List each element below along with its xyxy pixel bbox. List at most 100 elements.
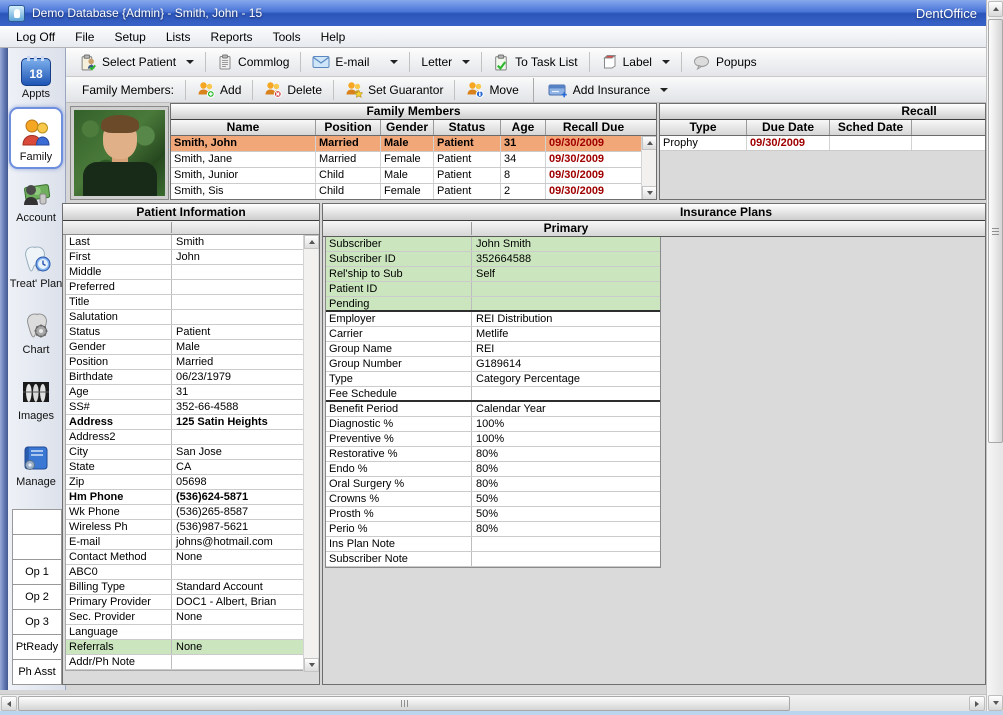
patient-info-row[interactable]: Zip05698 bbox=[66, 475, 303, 490]
label-dropdown-icon[interactable] bbox=[662, 60, 670, 64]
patient-info-row[interactable]: E-mailjohns@hotmail.com bbox=[66, 535, 303, 550]
scroll-up-icon[interactable] bbox=[304, 235, 319, 249]
patient-info-row[interactable]: SS#352-66-4588 bbox=[66, 400, 303, 415]
label-button[interactable]: Label bbox=[593, 50, 678, 74]
set-guarantor-button[interactable]: Set Guarantor bbox=[337, 78, 451, 102]
patient-info-row[interactable]: Birthdate06/23/1979 bbox=[66, 370, 303, 385]
patient-info-row[interactable]: ABC0 bbox=[66, 565, 303, 580]
insurance-row[interactable]: Endo %80% bbox=[326, 462, 660, 477]
pt-ready-button[interactable]: PtReady bbox=[12, 634, 62, 660]
insurance-row[interactable]: CarrierMetlife bbox=[326, 327, 660, 342]
patient-info-row[interactable]: StateCA bbox=[66, 460, 303, 475]
insurance-row[interactable]: Rel'ship to SubSelf bbox=[326, 267, 660, 282]
insurance-row[interactable]: Ins Plan Note bbox=[326, 537, 660, 552]
family-row[interactable]: Smith, Junior Child Male Patient 8 09/30… bbox=[171, 168, 641, 184]
patient-info-row[interactable]: Age31 bbox=[66, 385, 303, 400]
sidebar-item-manage[interactable]: Manage bbox=[9, 439, 63, 499]
family-row[interactable]: Smith, Jane Married Female Patient 34 09… bbox=[171, 152, 641, 168]
op-1-button[interactable]: Op 1 bbox=[12, 559, 62, 585]
insurance-row[interactable]: Pending bbox=[326, 297, 660, 312]
scroll-down-icon[interactable] bbox=[642, 186, 657, 200]
patient-info-row[interactable]: Middle bbox=[66, 265, 303, 280]
menu-lists[interactable]: Lists bbox=[156, 27, 201, 47]
add-insurance-dropdown-icon[interactable] bbox=[660, 88, 668, 92]
letter-button[interactable]: Letter bbox=[413, 50, 478, 74]
op-blank-cell[interactable] bbox=[12, 509, 62, 535]
insurance-row[interactable]: Oral Surgery %80% bbox=[326, 477, 660, 492]
family-row-selected[interactable]: Smith, John Married Male Patient 31 09/3… bbox=[171, 136, 641, 152]
sidebar-item-account[interactable]: Account bbox=[9, 175, 63, 235]
patient-info-row[interactable]: Sec. ProviderNone bbox=[66, 610, 303, 625]
add-insurance-button[interactable]: Add Insurance bbox=[540, 78, 676, 102]
select-patient-dropdown-icon[interactable] bbox=[186, 60, 194, 64]
insurance-row[interactable]: Fee Schedule bbox=[326, 387, 660, 402]
email-dropdown-button[interactable] bbox=[377, 50, 406, 74]
menu-help[interactable]: Help bbox=[311, 27, 356, 47]
scroll-down-icon[interactable] bbox=[304, 658, 319, 672]
insurance-row[interactable]: Subscriber Note bbox=[326, 552, 660, 567]
sidebar-item-treat-plan[interactable]: Treat' Plan bbox=[9, 241, 63, 301]
patient-info-row[interactable]: Contact MethodNone bbox=[66, 550, 303, 565]
sidebar-item-images[interactable]: Images bbox=[9, 373, 63, 433]
patient-info-row[interactable]: FirstJohn bbox=[66, 250, 303, 265]
patient-info-row-address[interactable]: Address125 Satin Heights bbox=[66, 415, 303, 430]
patient-info-row[interactable]: CitySan Jose bbox=[66, 445, 303, 460]
family-grid-scrollbar[interactable] bbox=[641, 136, 656, 200]
sidebar-item-appts[interactable]: 18 Appts bbox=[9, 53, 63, 103]
letter-dropdown-icon[interactable] bbox=[462, 60, 470, 64]
insurance-row[interactable]: SubscriberJohn Smith bbox=[326, 237, 660, 252]
scroll-left-icon[interactable] bbox=[1, 696, 17, 711]
recall-row[interactable]: Prophy 09/30/2009 bbox=[660, 136, 985, 151]
insurance-row[interactable]: Perio %80% bbox=[326, 522, 660, 537]
insurance-row[interactable]: Preventive %100% bbox=[326, 432, 660, 447]
patient-info-row[interactable]: Salutation bbox=[66, 310, 303, 325]
scroll-down-icon[interactable] bbox=[988, 695, 1003, 711]
move-button[interactable]: Move bbox=[458, 78, 526, 102]
window-vertical-scrollbar[interactable] bbox=[986, 0, 1003, 715]
window-horizontal-scrollbar[interactable] bbox=[0, 694, 986, 711]
horizontal-scroll-thumb[interactable] bbox=[18, 696, 790, 711]
patient-info-row[interactable]: Wk Phone(536)265-8587 bbox=[66, 505, 303, 520]
patient-info-row-hm-phone[interactable]: Hm Phone(536)624-5871 bbox=[66, 490, 303, 505]
patient-info-row[interactable]: StatusPatient bbox=[66, 325, 303, 340]
commlog-button[interactable]: Commlog bbox=[209, 50, 297, 74]
family-row[interactable]: Smith, Sis Child Female Patient 2 09/30/… bbox=[171, 184, 641, 200]
patient-info-row[interactable]: Addr/Ph Note bbox=[66, 655, 303, 670]
menu-tools[interactable]: Tools bbox=[263, 27, 311, 47]
patient-info-row[interactable]: Preferred bbox=[66, 280, 303, 295]
sidebar-item-family[interactable]: Family bbox=[9, 107, 63, 169]
insurance-row[interactable]: Patient ID bbox=[326, 282, 660, 297]
patient-info-scrollbar[interactable] bbox=[303, 235, 318, 672]
patient-info-row[interactable]: Primary ProviderDOC1 - Albert, Brian bbox=[66, 595, 303, 610]
to-task-list-button[interactable]: To Task List bbox=[485, 50, 585, 74]
patient-info-row-referrals[interactable]: ReferralsNone bbox=[66, 640, 303, 655]
insurance-row[interactable]: EmployerREI Distribution bbox=[326, 312, 660, 327]
patient-info-row[interactable]: Wireless Ph(536)987-5621 bbox=[66, 520, 303, 535]
patient-info-row[interactable]: Language bbox=[66, 625, 303, 640]
insurance-row[interactable]: Subscriber ID352664588 bbox=[326, 252, 660, 267]
op-3-button[interactable]: Op 3 bbox=[12, 609, 62, 635]
add-family-member-button[interactable]: Add bbox=[189, 78, 249, 102]
scroll-right-icon[interactable] bbox=[969, 696, 985, 711]
email-button[interactable]: E-mail bbox=[304, 50, 377, 74]
popups-button[interactable]: Popups bbox=[685, 50, 765, 74]
insurance-row[interactable]: Group NumberG189614 bbox=[326, 357, 660, 372]
patient-info-row[interactable]: GenderMale bbox=[66, 340, 303, 355]
insurance-row[interactable]: Benefit PeriodCalendar Year bbox=[326, 402, 660, 417]
patient-info-row[interactable]: PositionMarried bbox=[66, 355, 303, 370]
sidebar-item-chart[interactable]: Chart bbox=[9, 307, 63, 367]
insurance-row[interactable]: Prosth %50% bbox=[326, 507, 660, 522]
menu-log-off[interactable]: Log Off bbox=[6, 27, 65, 47]
menu-file[interactable]: File bbox=[65, 27, 104, 47]
scroll-up-icon[interactable] bbox=[642, 136, 657, 150]
insurance-row[interactable]: Restorative %80% bbox=[326, 447, 660, 462]
menu-setup[interactable]: Setup bbox=[104, 27, 155, 47]
op-2-button[interactable]: Op 2 bbox=[12, 584, 62, 610]
op-blank-cell[interactable] bbox=[12, 534, 62, 560]
select-patient-button[interactable]: Select Patient bbox=[72, 50, 202, 74]
scroll-up-icon[interactable] bbox=[988, 1, 1003, 17]
insurance-row[interactable]: TypeCategory Percentage bbox=[326, 372, 660, 387]
vertical-scroll-thumb[interactable] bbox=[988, 19, 1003, 443]
patient-info-row[interactable]: Title bbox=[66, 295, 303, 310]
delete-family-member-button[interactable]: Delete bbox=[256, 78, 330, 102]
